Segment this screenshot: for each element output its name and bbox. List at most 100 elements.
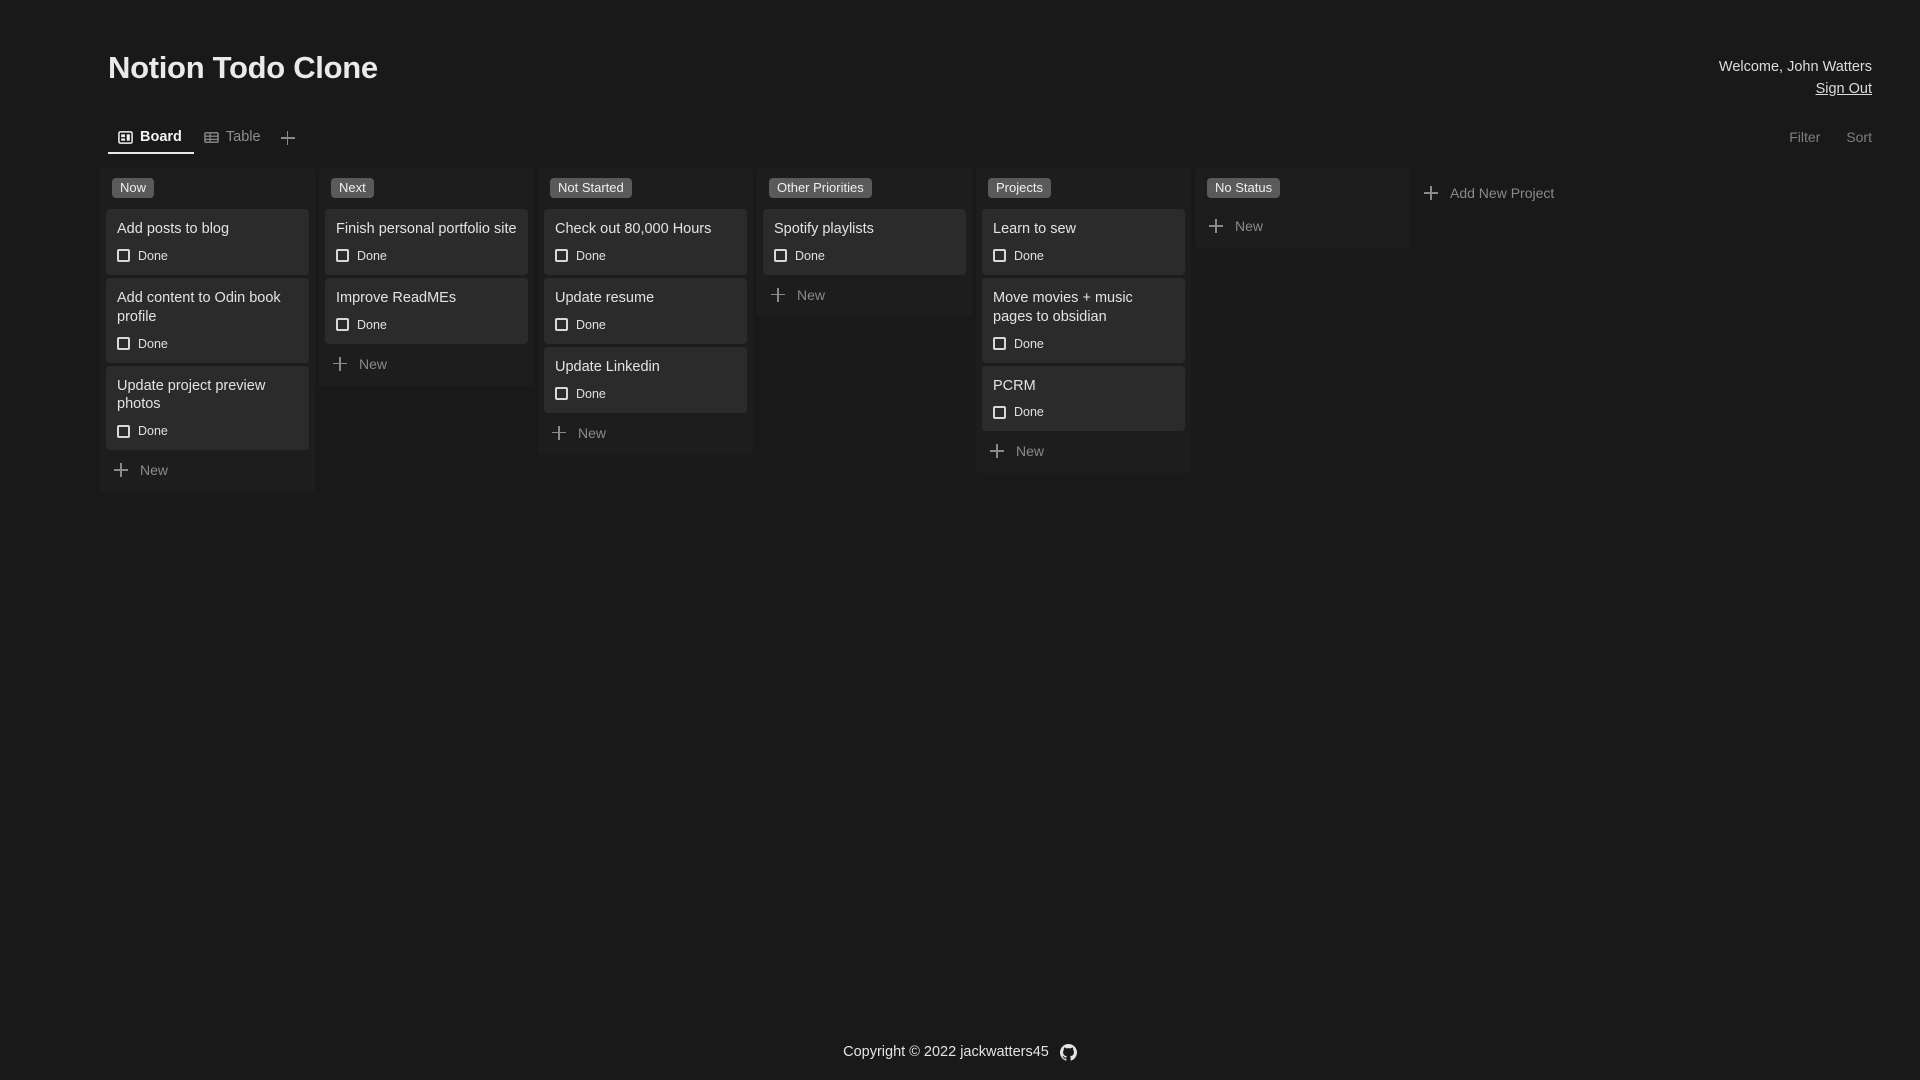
add-new-task-label: New [140, 462, 169, 479]
done-label: Done [576, 248, 606, 263]
plus-icon [771, 287, 785, 302]
done-label: Done [1014, 336, 1044, 351]
column-title-badge[interactable]: Projects [988, 178, 1051, 198]
done-checkbox[interactable] [336, 318, 349, 332]
board-column: Not Started Check out 80,000 Hours Done Upd… [538, 168, 753, 455]
github-icon[interactable] [1059, 1043, 1077, 1061]
column-header: Next [325, 176, 528, 206]
add-new-project-label: Add New Project [1450, 185, 1555, 201]
board-column: Next Finish personal portfolio site Done Im… [319, 168, 534, 386]
task-card[interactable]: Add posts to blog Done [106, 209, 309, 275]
done-checkbox[interactable] [993, 249, 1006, 263]
add-tab-button[interactable] [273, 127, 305, 154]
task-done-row: Done [774, 249, 955, 263]
tab-table[interactable]: Table [194, 125, 273, 154]
task-card[interactable]: Update Linkedin Done [544, 346, 747, 413]
task-card[interactable]: Move movies + music pages to obsidian Don… [982, 277, 1185, 363]
add-new-task-button[interactable]: New [1201, 209, 1404, 242]
task-done-row: Done [117, 249, 298, 263]
board-column: Projects Learn to sew Done Move movies + mu… [976, 168, 1191, 474]
task-done-row: Done [993, 405, 1174, 419]
done-label: Done [138, 424, 168, 439]
page-footer: Copyright © 2022 jackwatters45 [0, 1024, 1920, 1080]
done-checkbox[interactable] [117, 424, 130, 438]
add-new-task-label: New [797, 286, 826, 303]
task-card-title: PCRM [993, 377, 1036, 394]
column-title-badge[interactable]: Now [112, 178, 155, 198]
done-label: Done [138, 248, 168, 263]
task-card[interactable]: Finish personal portfolio site Done [325, 209, 528, 275]
plus-icon [280, 131, 295, 145]
column-header: Projects [982, 176, 1185, 206]
done-checkbox[interactable] [993, 337, 1006, 351]
task-card-title: Add content to Odin book profile [117, 289, 281, 325]
tab-board[interactable]: Board [108, 125, 194, 154]
done-checkbox[interactable] [117, 249, 130, 263]
filter-button[interactable]: Filter [1789, 129, 1820, 145]
task-card[interactable]: Update resume Done [544, 277, 747, 344]
done-checkbox[interactable] [555, 318, 568, 332]
sign-out-link[interactable]: Sign Out [1816, 80, 1872, 100]
done-checkbox[interactable] [117, 337, 130, 351]
task-card[interactable]: Check out 80,000 Hours Done [544, 209, 747, 275]
done-label: Done [576, 386, 606, 401]
add-new-task-button[interactable]: New [982, 434, 1185, 467]
board-icon [118, 130, 133, 145]
task-card-title: Finish personal portfolio site [336, 221, 517, 237]
task-done-row: Done [336, 249, 517, 263]
column-title-badge[interactable]: Next [331, 178, 374, 198]
task-card[interactable]: Learn to sew Done [982, 209, 1185, 275]
column-title-badge[interactable]: Other Priorities [769, 178, 872, 198]
done-checkbox[interactable] [993, 405, 1006, 419]
task-card[interactable]: PCRM Done [982, 365, 1185, 432]
task-card-title: Add posts to blog [117, 221, 230, 237]
app-root: Notion Todo Clone Welcome, John Watters … [0, 0, 1920, 1080]
column-header: No Status [1201, 176, 1404, 206]
task-done-row: Done [117, 337, 298, 351]
done-label: Done [138, 336, 168, 351]
column-header: Other Priorities [763, 176, 966, 206]
task-card[interactable]: Improve ReadMEs Done [325, 277, 528, 344]
task-card[interactable]: Spotify playlists Done [763, 209, 966, 275]
done-checkbox[interactable] [774, 249, 787, 263]
add-new-task-label: New [1016, 443, 1045, 460]
add-new-task-label: New [578, 424, 607, 441]
add-new-task-button[interactable]: New [325, 347, 528, 380]
done-checkbox[interactable] [336, 249, 349, 263]
sort-button[interactable]: Sort [1846, 129, 1872, 145]
task-card-title: Learn to sew [993, 221, 1077, 237]
board-scroll-area[interactable]: Now Add posts to blog Done Add content to O… [0, 154, 1920, 1080]
column-title-badge[interactable]: No Status [1207, 178, 1281, 198]
add-new-project-button[interactable]: Add New Project [1414, 176, 1629, 209]
board-column: Now Add posts to blog Done Add content to O… [100, 168, 315, 493]
done-label: Done [357, 317, 387, 332]
add-new-task-label: New [1235, 218, 1264, 234]
add-new-task-button[interactable]: New [544, 416, 747, 449]
tab-table-label: Table [225, 129, 261, 145]
board-column: Other Priorities Spotify playlists Done New [757, 168, 972, 317]
welcome-text: Welcome, John Watters [1718, 59, 1872, 75]
task-done-row: Done [117, 424, 298, 438]
done-label: Done [1014, 405, 1044, 420]
task-card-title: Check out 80,000 Hours [555, 221, 712, 237]
task-card[interactable]: Add content to Odin book profile Done [106, 277, 309, 363]
add-new-task-button[interactable]: New [763, 278, 966, 311]
done-checkbox[interactable] [555, 387, 568, 401]
plus-icon [552, 425, 566, 440]
task-card-title: Update resume [555, 289, 655, 306]
tab-board-label: Board [140, 129, 182, 145]
done-checkbox[interactable] [555, 249, 568, 263]
done-label: Done [357, 248, 387, 263]
page-header: Notion Todo Clone Welcome, John Watters … [0, 0, 1920, 112]
plus-icon [114, 463, 128, 478]
board-toolbar: Filter Sort [1789, 129, 1872, 145]
plus-icon [1209, 219, 1223, 233]
add-new-task-button[interactable]: New [106, 453, 309, 486]
task-card[interactable]: Update project preview photos Done [106, 365, 309, 451]
task-done-row: Done [993, 337, 1174, 351]
done-label: Done [795, 248, 825, 263]
table-icon [204, 130, 219, 145]
page-title: Notion Todo Clone [108, 50, 378, 85]
done-label: Done [1014, 248, 1044, 263]
column-title-badge[interactable]: Not Started [550, 178, 632, 198]
